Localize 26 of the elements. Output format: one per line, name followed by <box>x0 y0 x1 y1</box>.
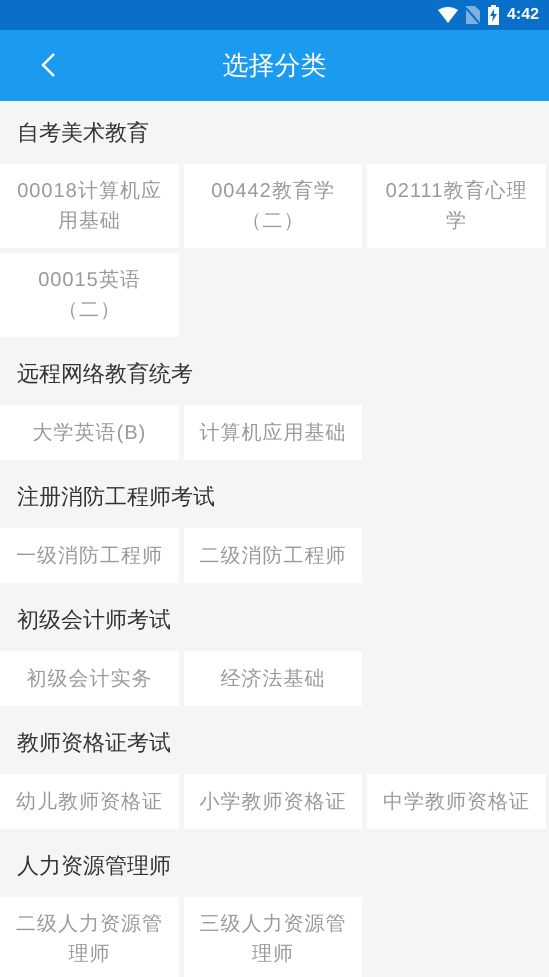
category-tile[interactable]: 小学教师资格证 <box>184 774 362 829</box>
section-title: 人力资源管理师 <box>17 852 171 880</box>
section-title: 远程网络教育统考 <box>17 360 193 388</box>
category-tile[interactable]: 00018计算机应用基础 <box>0 164 179 248</box>
status-time: 4:42 <box>506 5 539 25</box>
category-tile[interactable]: 00442教育学（二） <box>184 164 362 248</box>
page-title: 选择分类 <box>222 49 326 82</box>
section-title: 注册消防工程师考试 <box>17 483 215 511</box>
section-title: 自考美术教育 <box>17 119 149 147</box>
category-tile[interactable]: 大学英语(B) <box>0 405 179 460</box>
no-sim-icon <box>466 6 480 24</box>
category-tile[interactable]: 计算机应用基础 <box>184 405 362 460</box>
category-tile[interactable]: 二级消防工程师 <box>184 528 362 583</box>
category-tile[interactable]: 二级人力资源管理师 <box>0 897 179 977</box>
section-title: 初级会计师考试 <box>17 606 171 634</box>
category-tile[interactable]: 三级人力资源管理师 <box>184 897 362 977</box>
category-tile[interactable]: 中学教师资格证 <box>367 774 546 829</box>
category-tile[interactable]: 初级会计实务 <box>0 651 179 706</box>
battery-charging-icon <box>488 5 499 25</box>
section-title: 教师资格证考试 <box>17 729 171 757</box>
category-tile[interactable]: 一级消防工程师 <box>0 528 179 583</box>
category-tile[interactable]: 00015英语（二） <box>0 253 179 337</box>
wifi-icon <box>438 7 458 23</box>
category-tile[interactable]: 幼儿教师资格证 <box>0 774 179 829</box>
category-tile[interactable]: 02111教育心理学 <box>367 164 546 248</box>
category-tile[interactable]: 经济法基础 <box>184 651 362 706</box>
